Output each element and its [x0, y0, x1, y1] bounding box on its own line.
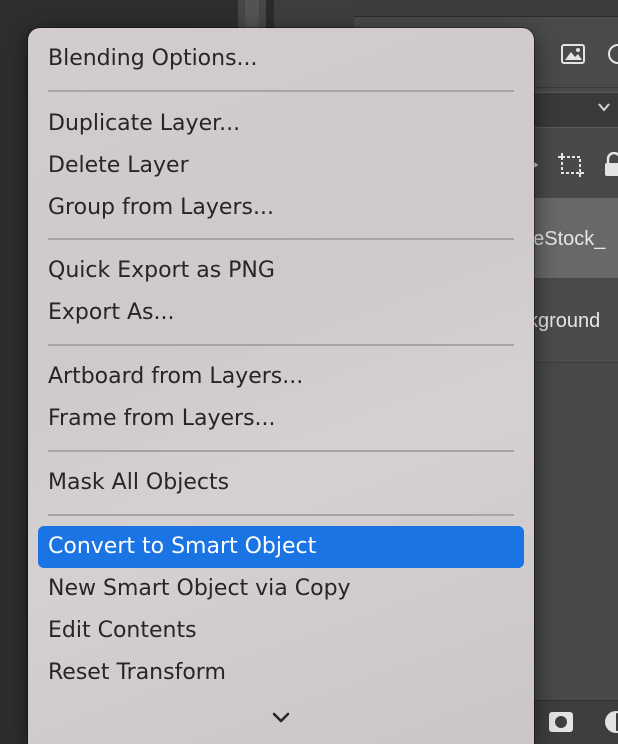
- filter-toggle-icon[interactable]: [606, 42, 618, 66]
- menu-item-delete-layer[interactable]: Delete Layer: [38, 145, 524, 187]
- layer-context-menu: Blending Options... Duplicate Layer... D…: [28, 28, 534, 744]
- menu-item-group-from-layers[interactable]: Group from Layers...: [38, 187, 524, 229]
- layer-name: beStock_: [522, 228, 606, 250]
- menu-item-duplicate-layer[interactable]: Duplicate Layer...: [38, 103, 524, 145]
- menu-item-quick-export-png[interactable]: Quick Export as PNG: [38, 250, 524, 292]
- menu-item-export-as[interactable]: Export As...: [38, 292, 524, 334]
- menu-separator: [48, 90, 514, 92]
- menu-item-reset-transform[interactable]: Reset Transform: [38, 652, 524, 694]
- layer-name: kground: [528, 310, 601, 332]
- menu-item-mask-all-objects[interactable]: Mask All Objects: [38, 462, 524, 504]
- image-icon[interactable]: [560, 42, 586, 66]
- menu-separator: [48, 238, 514, 240]
- menu-scroll-down[interactable]: [28, 710, 534, 732]
- adjustment-layer-icon[interactable]: [604, 710, 618, 734]
- menu-separator: [48, 344, 514, 346]
- menu-item-edit-contents[interactable]: Edit Contents: [38, 610, 524, 652]
- chevron-down-icon: [272, 712, 290, 723]
- artboard-icon[interactable]: [556, 152, 586, 178]
- menu-separator: [48, 514, 514, 516]
- add-mask-icon[interactable]: [548, 710, 574, 734]
- menu-item-artboard-from-layers[interactable]: Artboard from Layers...: [38, 356, 524, 398]
- lock-icon[interactable]: [604, 152, 618, 178]
- menu-item-frame-from-layers[interactable]: Frame from Layers...: [38, 398, 524, 440]
- layers-panel-header: [354, 0, 618, 17]
- menu-separator: [48, 450, 514, 452]
- chevron-down-icon: [598, 103, 610, 112]
- menu-item-blending-options[interactable]: Blending Options...: [38, 38, 524, 80]
- menu-item-convert-to-smart-object[interactable]: Convert to Smart Object: [38, 526, 524, 568]
- menu-item-new-smart-object-via-copy[interactable]: New Smart Object via Copy: [38, 568, 524, 610]
